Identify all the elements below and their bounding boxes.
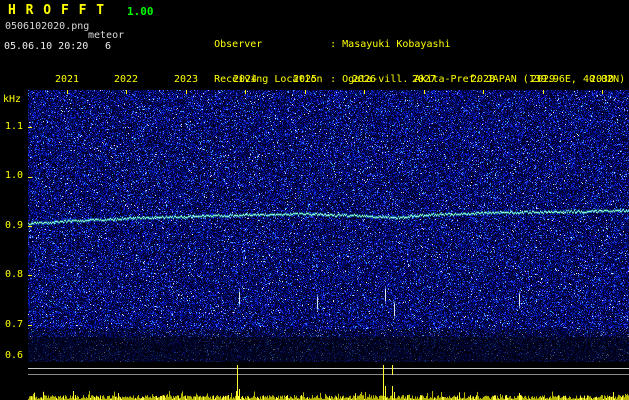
info-row-location: Receiving Location: Ogata-vill. Akita-Pre… — [178, 60, 625, 85]
freq-tick-label: 0.9 — [5, 220, 24, 231]
meteor-count: 6 — [105, 41, 112, 52]
freq-tick-label: 1.0 — [5, 170, 24, 181]
spectrogram-canvas — [28, 90, 629, 362]
time-tick-label: 2030 — [590, 74, 615, 85]
time-tick-label: 2024 — [233, 74, 258, 85]
time-tick-label: 2021 — [55, 74, 80, 85]
hrofft-window: H R O F F T 1.00 0506102020.png meteor 0… — [0, 0, 629, 400]
time-tick-label: 2027 — [412, 74, 437, 85]
time-tick-label: 2028 — [471, 74, 496, 85]
freq-tick-label: 0.8 — [5, 269, 24, 280]
freq-axis-unit: kHz — [3, 94, 22, 105]
signal-level-canvas — [28, 362, 629, 400]
time-tick-label: 2029 — [531, 74, 556, 85]
output-filename: 0506102020.png — [5, 21, 90, 32]
mode-label: meteor — [88, 30, 125, 41]
info-label: Observer — [214, 39, 263, 50]
colon: : — [330, 74, 337, 85]
datetime-label: 05.06.10 20:20 — [4, 41, 89, 52]
app-title: H R O F F T — [8, 3, 106, 18]
app-version: 1.00 — [127, 5, 154, 18]
time-tick-label: 2022 — [114, 74, 139, 85]
time-tick-label: 2025 — [293, 74, 318, 85]
time-tick-label: 2023 — [174, 74, 199, 85]
info-row-observer: Observer: Masayuki Kobayashi — [178, 25, 625, 50]
info-value: Masayuki Kobayashi — [342, 39, 451, 50]
freq-tick-label: 0.7 — [5, 319, 24, 330]
time-tick-label: 2026 — [352, 74, 377, 85]
colon: : — [330, 39, 337, 50]
freq-tick-label: 1.1 — [5, 121, 24, 132]
freq-tick-label: 0.6 — [5, 350, 24, 361]
